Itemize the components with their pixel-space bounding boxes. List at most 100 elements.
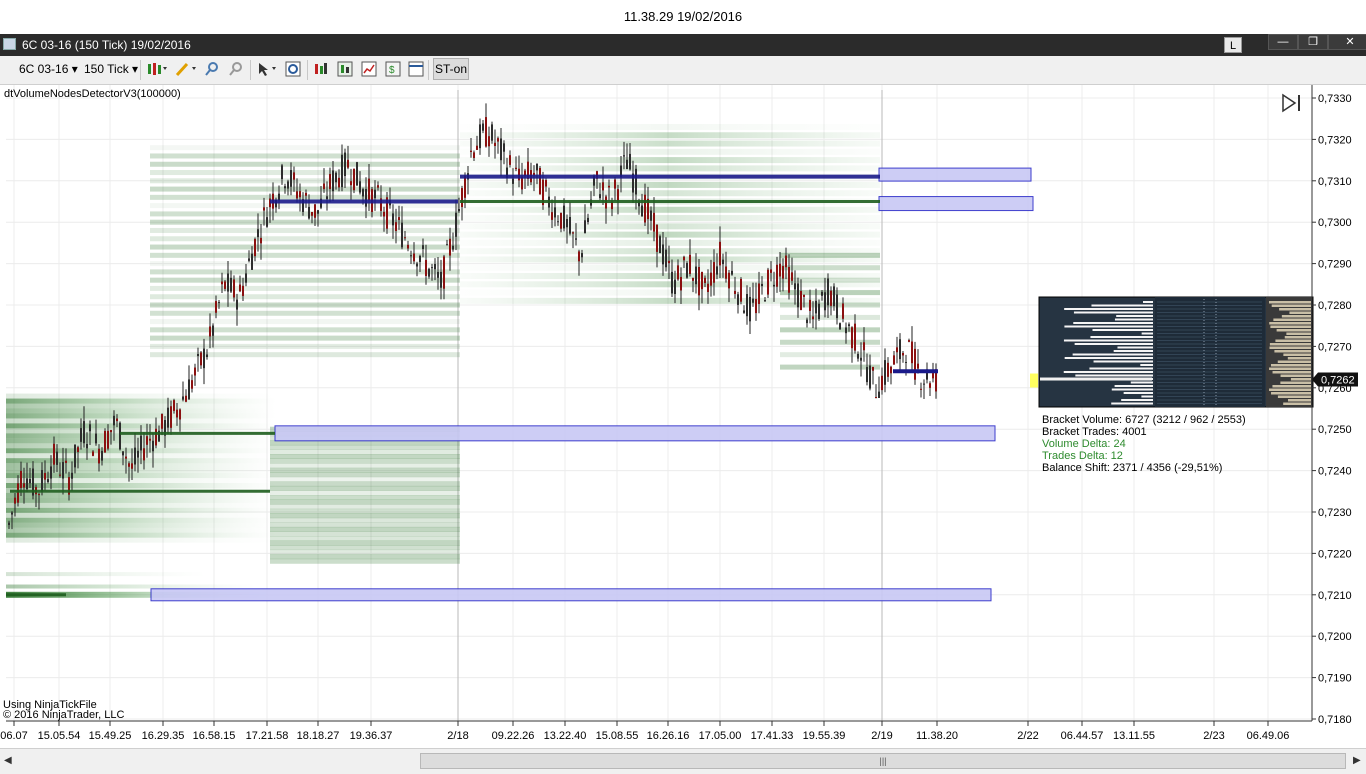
candle-body: [152, 440, 154, 452]
scrollbar-thumb[interactable]: |||: [420, 753, 1346, 769]
candle-body: [665, 249, 667, 268]
volume-node-band: [6, 473, 276, 479]
candle-body: [563, 205, 565, 229]
time-axis-label: 11.38.20: [916, 730, 958, 742]
candle-body: [194, 367, 196, 376]
candle-body: [71, 472, 73, 479]
candle-body: [305, 192, 307, 196]
candle-body: [752, 298, 754, 303]
candle-body: [311, 211, 313, 216]
volume-node-band: [460, 239, 880, 246]
profile-volume-bar: [1089, 367, 1153, 370]
candle-body: [239, 284, 241, 292]
candle-body: [554, 207, 556, 218]
candlestick-style-icon[interactable]: [146, 61, 168, 77]
candle-body: [719, 241, 721, 266]
zoom-out-icon[interactable]: [228, 61, 244, 77]
candle-body: [80, 428, 82, 442]
restore-icon[interactable]: ❐: [1298, 34, 1328, 50]
scroll-right-icon[interactable]: ▶: [1353, 755, 1361, 766]
candle-body: [851, 327, 853, 349]
profile-volume-bar: [1123, 392, 1153, 394]
link-button[interactable]: L: [1224, 37, 1242, 53]
data-box-icon[interactable]: [337, 61, 353, 77]
volume-node-band: [6, 413, 276, 419]
candle-body: [815, 300, 817, 314]
balance-shift: Balance Shift: 2371 / 4356 (-29,51%): [1042, 462, 1223, 474]
candle-body: [56, 451, 58, 465]
candle-body: [83, 421, 85, 444]
st-on-button[interactable]: ST-on: [433, 58, 469, 80]
candle-body: [428, 268, 430, 277]
price-axis-label: 0,7240: [1318, 466, 1352, 478]
candle-body: [587, 217, 589, 223]
profile-volume-bar: [1064, 325, 1153, 328]
candle-body: [701, 271, 703, 290]
candle-body: [350, 181, 352, 186]
volume-node-band: [150, 153, 460, 159]
candle-body: [764, 300, 766, 302]
close-icon[interactable]: ✕: [1328, 34, 1366, 50]
cursor-icon[interactable]: [256, 61, 278, 77]
candle-body: [104, 430, 106, 453]
volume-node-band: [6, 408, 276, 414]
profile-trades-bar: [1271, 392, 1311, 395]
profile-trades-bar: [1269, 388, 1311, 391]
volume-node-band: [150, 219, 460, 225]
profile-volume-bar: [1130, 381, 1153, 384]
candle-body: [539, 168, 541, 195]
candle-body: [281, 165, 283, 180]
candle-body: [737, 294, 739, 305]
candle-body: [230, 277, 232, 292]
candle-body: [698, 266, 700, 296]
horizontal-scrollbar[interactable]: ◀ ||| ▶: [0, 748, 1366, 774]
profile-trades-bar: [1287, 357, 1311, 360]
candle-body: [827, 278, 829, 306]
volume-node-band: [150, 352, 460, 358]
candle-body: [674, 279, 676, 294]
price-axis-label: 0,7210: [1318, 590, 1352, 602]
candle-body: [578, 251, 580, 262]
volume-node-band: [150, 145, 460, 151]
candle-body: [464, 175, 466, 198]
profile-volume-bar: [1063, 371, 1153, 373]
candle-body: [458, 209, 460, 212]
interval-selector[interactable]: 150 Tick ▾: [84, 62, 138, 76]
candle-body: [62, 462, 64, 479]
volume-node-band: [270, 454, 460, 460]
candle-body: [671, 271, 673, 294]
candle-body: [905, 361, 907, 363]
volume-node-band: [460, 132, 880, 139]
volume-node-band: [460, 157, 880, 164]
candle-body: [668, 260, 670, 264]
volume-node-band: [460, 123, 880, 130]
profile-trades-bar: [1280, 374, 1311, 377]
magnify-icon[interactable]: [285, 61, 301, 77]
volume-node-band: [270, 444, 460, 450]
candle-body: [788, 266, 790, 293]
candle-body: [410, 255, 412, 257]
instrument-icon[interactable]: $: [385, 61, 401, 77]
candle-body: [755, 298, 757, 314]
candle-body: [359, 181, 361, 193]
copyright-note: © 2016 NinjaTrader, LLC: [3, 709, 125, 721]
minimize-icon[interactable]: —: [1268, 34, 1298, 50]
bar-spacing-icon[interactable]: [313, 61, 329, 77]
scroll-left-icon[interactable]: ◀: [4, 755, 12, 766]
zoom-in-icon[interactable]: [204, 61, 220, 77]
chart-properties-icon[interactable]: [361, 61, 377, 77]
scroll-to-end-icon[interactable]: [1281, 93, 1303, 113]
candle-body: [20, 470, 22, 488]
price-axis-label: 0,7200: [1318, 631, 1352, 643]
profile-trades-bar: [1277, 360, 1311, 363]
volume-node-band: [150, 170, 460, 176]
profile-volume-bar: [1074, 343, 1153, 345]
candle-body: [200, 352, 202, 366]
candle-body: [893, 355, 895, 365]
instrument-selector[interactable]: 6C 03-16 ▾: [19, 62, 78, 76]
volume-node-band: [460, 231, 880, 238]
profile-volume-bar: [1093, 360, 1153, 363]
template-icon[interactable]: [408, 61, 424, 77]
chart-window-titlebar[interactable]: 6C 03-16 (150 Tick) 19/02/2016 L — ❐ ✕: [0, 34, 1366, 56]
drawing-pencil-icon[interactable]: [175, 61, 197, 77]
